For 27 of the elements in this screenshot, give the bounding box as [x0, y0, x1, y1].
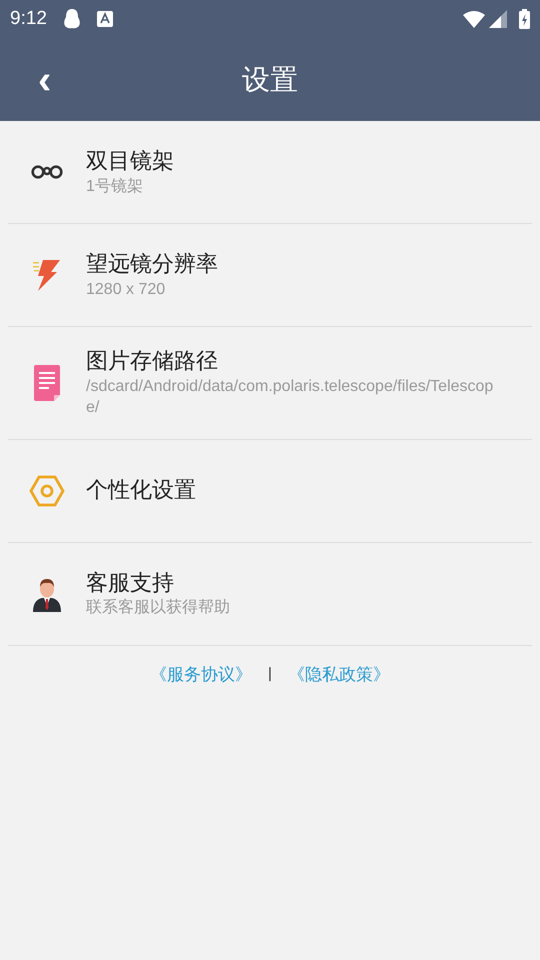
document-icon	[34, 364, 60, 401]
link-separator: |	[268, 664, 272, 684]
item-title: 个性化设置	[86, 476, 196, 504]
battery-icon	[519, 9, 530, 29]
settings-item[interactable]: 双目镜架 1号镜架	[8, 121, 532, 224]
item-subtitle: 联系客服以获得帮助	[86, 598, 230, 618]
settings-item[interactable]: 个性化设置	[8, 440, 532, 543]
penguin-icon	[62, 9, 81, 29]
item-subtitle: 1号镜架	[86, 176, 144, 196]
settings-item[interactable]: 望远镜分辨率 1280 x 720	[8, 224, 532, 327]
wifi-icon	[463, 10, 485, 28]
back-button[interactable]: ‹	[30, 60, 60, 100]
lightning-bolt-icon	[33, 258, 61, 292]
item-subtitle: /sdcard/Android/data/com.polaris.telescope/files/Telescope/	[86, 376, 494, 418]
settings-item[interactable]: 图片存储路径 /sdcard/Android/data/com.polaris.telescope/files/Telescope/	[8, 327, 532, 440]
status-time: 9:12	[10, 6, 47, 31]
keyboard-icon	[96, 11, 113, 27]
item-title: 双目镜架	[86, 146, 174, 175]
item-title: 客服支持	[86, 568, 175, 597]
item-subtitle: 1280 x 720	[86, 280, 166, 300]
item-title: 望远镜分辨率	[86, 250, 218, 278]
binoculars-icon	[31, 165, 63, 179]
hexagon-icon	[29, 474, 65, 507]
item-title: 图片存储路径	[86, 347, 219, 375]
signal-icon	[489, 10, 507, 28]
settings-item[interactable]: 客服支持 联系客服以获得帮助	[8, 542, 532, 646]
page-title: 设置	[242, 62, 298, 96]
